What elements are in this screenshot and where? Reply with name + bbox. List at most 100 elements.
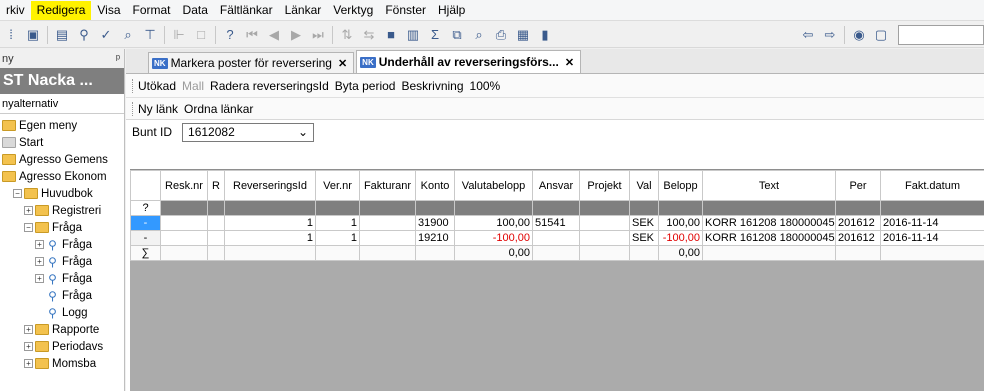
- grid-cell[interactable]: [160, 200, 208, 216]
- bar-chart-icon[interactable]: ▮: [535, 25, 555, 45]
- action-radera-reverseringsid[interactable]: Radera reverseringsId: [210, 79, 329, 93]
- menu-item-länkar[interactable]: Länkar: [279, 1, 328, 20]
- cell-text[interactable]: KORR 161208 180000045: [702, 215, 836, 231]
- tree-item[interactable]: ⚲ Logg: [0, 304, 124, 321]
- print-preview-icon[interactable]: ⌕: [469, 25, 489, 45]
- document-tab[interactable]: NK Underhåll av reverseringsförs... ✕: [356, 50, 582, 73]
- export-icon[interactable]: ▦: [513, 25, 533, 45]
- column-header[interactable]: ReverseringsId: [224, 170, 316, 201]
- cell-vernr[interactable]: 1: [315, 215, 360, 231]
- cell-konto[interactable]: 19210: [415, 230, 455, 246]
- expand-icon[interactable]: +: [24, 206, 33, 215]
- tree-item[interactable]: + ⚲ Fråga: [0, 253, 124, 270]
- menu-item-redigera[interactable]: Redigera: [30, 0, 92, 20]
- insert-row-icon[interactable]: ⊩: [169, 25, 189, 45]
- collapse-icon[interactable]: −: [24, 223, 33, 232]
- grid-cell[interactable]: [315, 200, 360, 216]
- expand-icon[interactable]: +: [35, 257, 44, 266]
- sort-icon[interactable]: ⇅: [337, 25, 357, 45]
- link-ny-länk[interactable]: Ny länk: [138, 102, 178, 116]
- row-header-column[interactable]: [130, 170, 161, 201]
- column-header[interactable]: Valutabelopp: [454, 170, 533, 201]
- menu-item-fältlänkar[interactable]: Fältlänkar: [214, 1, 279, 20]
- tree-item[interactable]: Start: [0, 134, 124, 151]
- close-icon[interactable]: ✕: [338, 57, 347, 70]
- cell-per[interactable]: 201612: [835, 215, 881, 231]
- cell-val[interactable]: SEK: [629, 230, 659, 246]
- cell-ansvar[interactable]: [532, 230, 580, 246]
- search-icon[interactable]: ⌕: [118, 25, 138, 45]
- cell-vernr[interactable]: 1: [315, 230, 360, 246]
- column-header[interactable]: R: [207, 170, 225, 201]
- grid-cell[interactable]: [532, 200, 580, 216]
- expand-icon[interactable]: +: [35, 274, 44, 283]
- pin-icon[interactable]: ᵖ: [116, 53, 120, 65]
- tree-item[interactable]: Egen meny: [0, 117, 124, 134]
- grid-cell[interactable]: [415, 200, 455, 216]
- cell-projekt[interactable]: [579, 230, 630, 246]
- cell-per[interactable]: 201612: [835, 230, 881, 246]
- new-row[interactable]: ?: [130, 200, 984, 216]
- menu-item-fönster[interactable]: Fönster: [379, 1, 432, 20]
- action-utökad[interactable]: Utökad: [138, 79, 176, 93]
- menu-item-verktyg[interactable]: Verktyg: [327, 1, 379, 20]
- expand-icon[interactable]: +: [24, 359, 33, 368]
- open-icon[interactable]: ▤: [52, 25, 72, 45]
- checkmark-icon[interactable]: ✓: [96, 25, 116, 45]
- window-icon[interactable]: □: [191, 25, 211, 45]
- column-header[interactable]: Fakt.datum: [880, 170, 984, 201]
- column-header[interactable]: Belopp: [658, 170, 703, 201]
- action-beskrivning[interactable]: Beskrivning: [401, 79, 463, 93]
- action-byta-period[interactable]: Byta period: [335, 79, 396, 93]
- tree-item[interactable]: Agresso Gemens: [0, 151, 124, 168]
- grid-cell[interactable]: [454, 200, 533, 216]
- previous-record-icon[interactable]: ◀: [264, 25, 284, 45]
- document-tab[interactable]: NK Markera poster för reversering ✕: [148, 52, 355, 73]
- column-header[interactable]: Ansvar: [532, 170, 580, 201]
- next-record-icon[interactable]: ▶: [286, 25, 306, 45]
- cell-valuta[interactable]: 100,00: [454, 215, 533, 231]
- cell-faktdatum[interactable]: 2016-11-14: [880, 215, 984, 231]
- cell-belopp[interactable]: -100,00: [658, 230, 703, 246]
- tree-item[interactable]: + ⚲ Fråga: [0, 270, 124, 287]
- grid-cell[interactable]: [207, 200, 225, 216]
- expand-icon[interactable]: +: [24, 342, 33, 351]
- cell-projekt[interactable]: [579, 215, 630, 231]
- column-header[interactable]: Projekt: [579, 170, 630, 201]
- bunt-id-combobox[interactable]: 1612082 ⌄: [182, 122, 315, 142]
- first-record-icon[interactable]: ⏮: [242, 25, 262, 45]
- grid-cell[interactable]: [658, 200, 703, 216]
- help-icon[interactable]: ?: [220, 25, 240, 45]
- tree-item[interactable]: − Huvudbok: [0, 185, 124, 202]
- grid-cell[interactable]: [880, 200, 984, 216]
- home-icon[interactable]: ◉: [849, 25, 869, 45]
- tree-item[interactable]: + ⚲ Fråga: [0, 236, 124, 253]
- expand-icon[interactable]: +: [35, 240, 44, 249]
- cell-faktnr[interactable]: [359, 215, 416, 231]
- last-record-icon[interactable]: ⏭: [308, 25, 328, 45]
- expand-icon[interactable]: +: [24, 325, 33, 334]
- column-header[interactable]: Val: [629, 170, 659, 201]
- cell-val[interactable]: SEK: [629, 215, 659, 231]
- address-input[interactable]: [898, 25, 984, 45]
- forward-arrow-icon[interactable]: ⇨: [820, 25, 840, 45]
- print-icon[interactable]: ⎙: [491, 25, 511, 45]
- cell-text[interactable]: KORR 161208 180000045: [702, 230, 836, 246]
- grid-icon[interactable]: ■: [381, 25, 401, 45]
- menu-item-data[interactable]: Data: [177, 1, 214, 20]
- menu-item-visa[interactable]: Visa: [91, 1, 126, 20]
- grid-cell[interactable]: [629, 200, 659, 216]
- tree-item[interactable]: ⚲ Fråga: [0, 287, 124, 304]
- sidebar-subtitle[interactable]: nyalternativ: [0, 94, 124, 114]
- link-ordna-länkar[interactable]: Ordna länkar: [184, 102, 253, 116]
- cell-belopp[interactable]: 100,00: [658, 215, 703, 231]
- menu-item-format[interactable]: Format: [127, 1, 177, 20]
- action-100%[interactable]: 100%: [470, 79, 501, 93]
- cell-r[interactable]: [207, 230, 225, 246]
- cell-faktdatum[interactable]: 2016-11-14: [880, 230, 984, 246]
- tree-item[interactable]: Agresso Ekonom: [0, 168, 124, 185]
- tree-item[interactable]: + Momsba: [0, 355, 124, 372]
- column-header[interactable]: Text: [702, 170, 836, 201]
- row-marker[interactable]: -: [130, 230, 161, 246]
- back-arrow-icon[interactable]: ⇦: [798, 25, 818, 45]
